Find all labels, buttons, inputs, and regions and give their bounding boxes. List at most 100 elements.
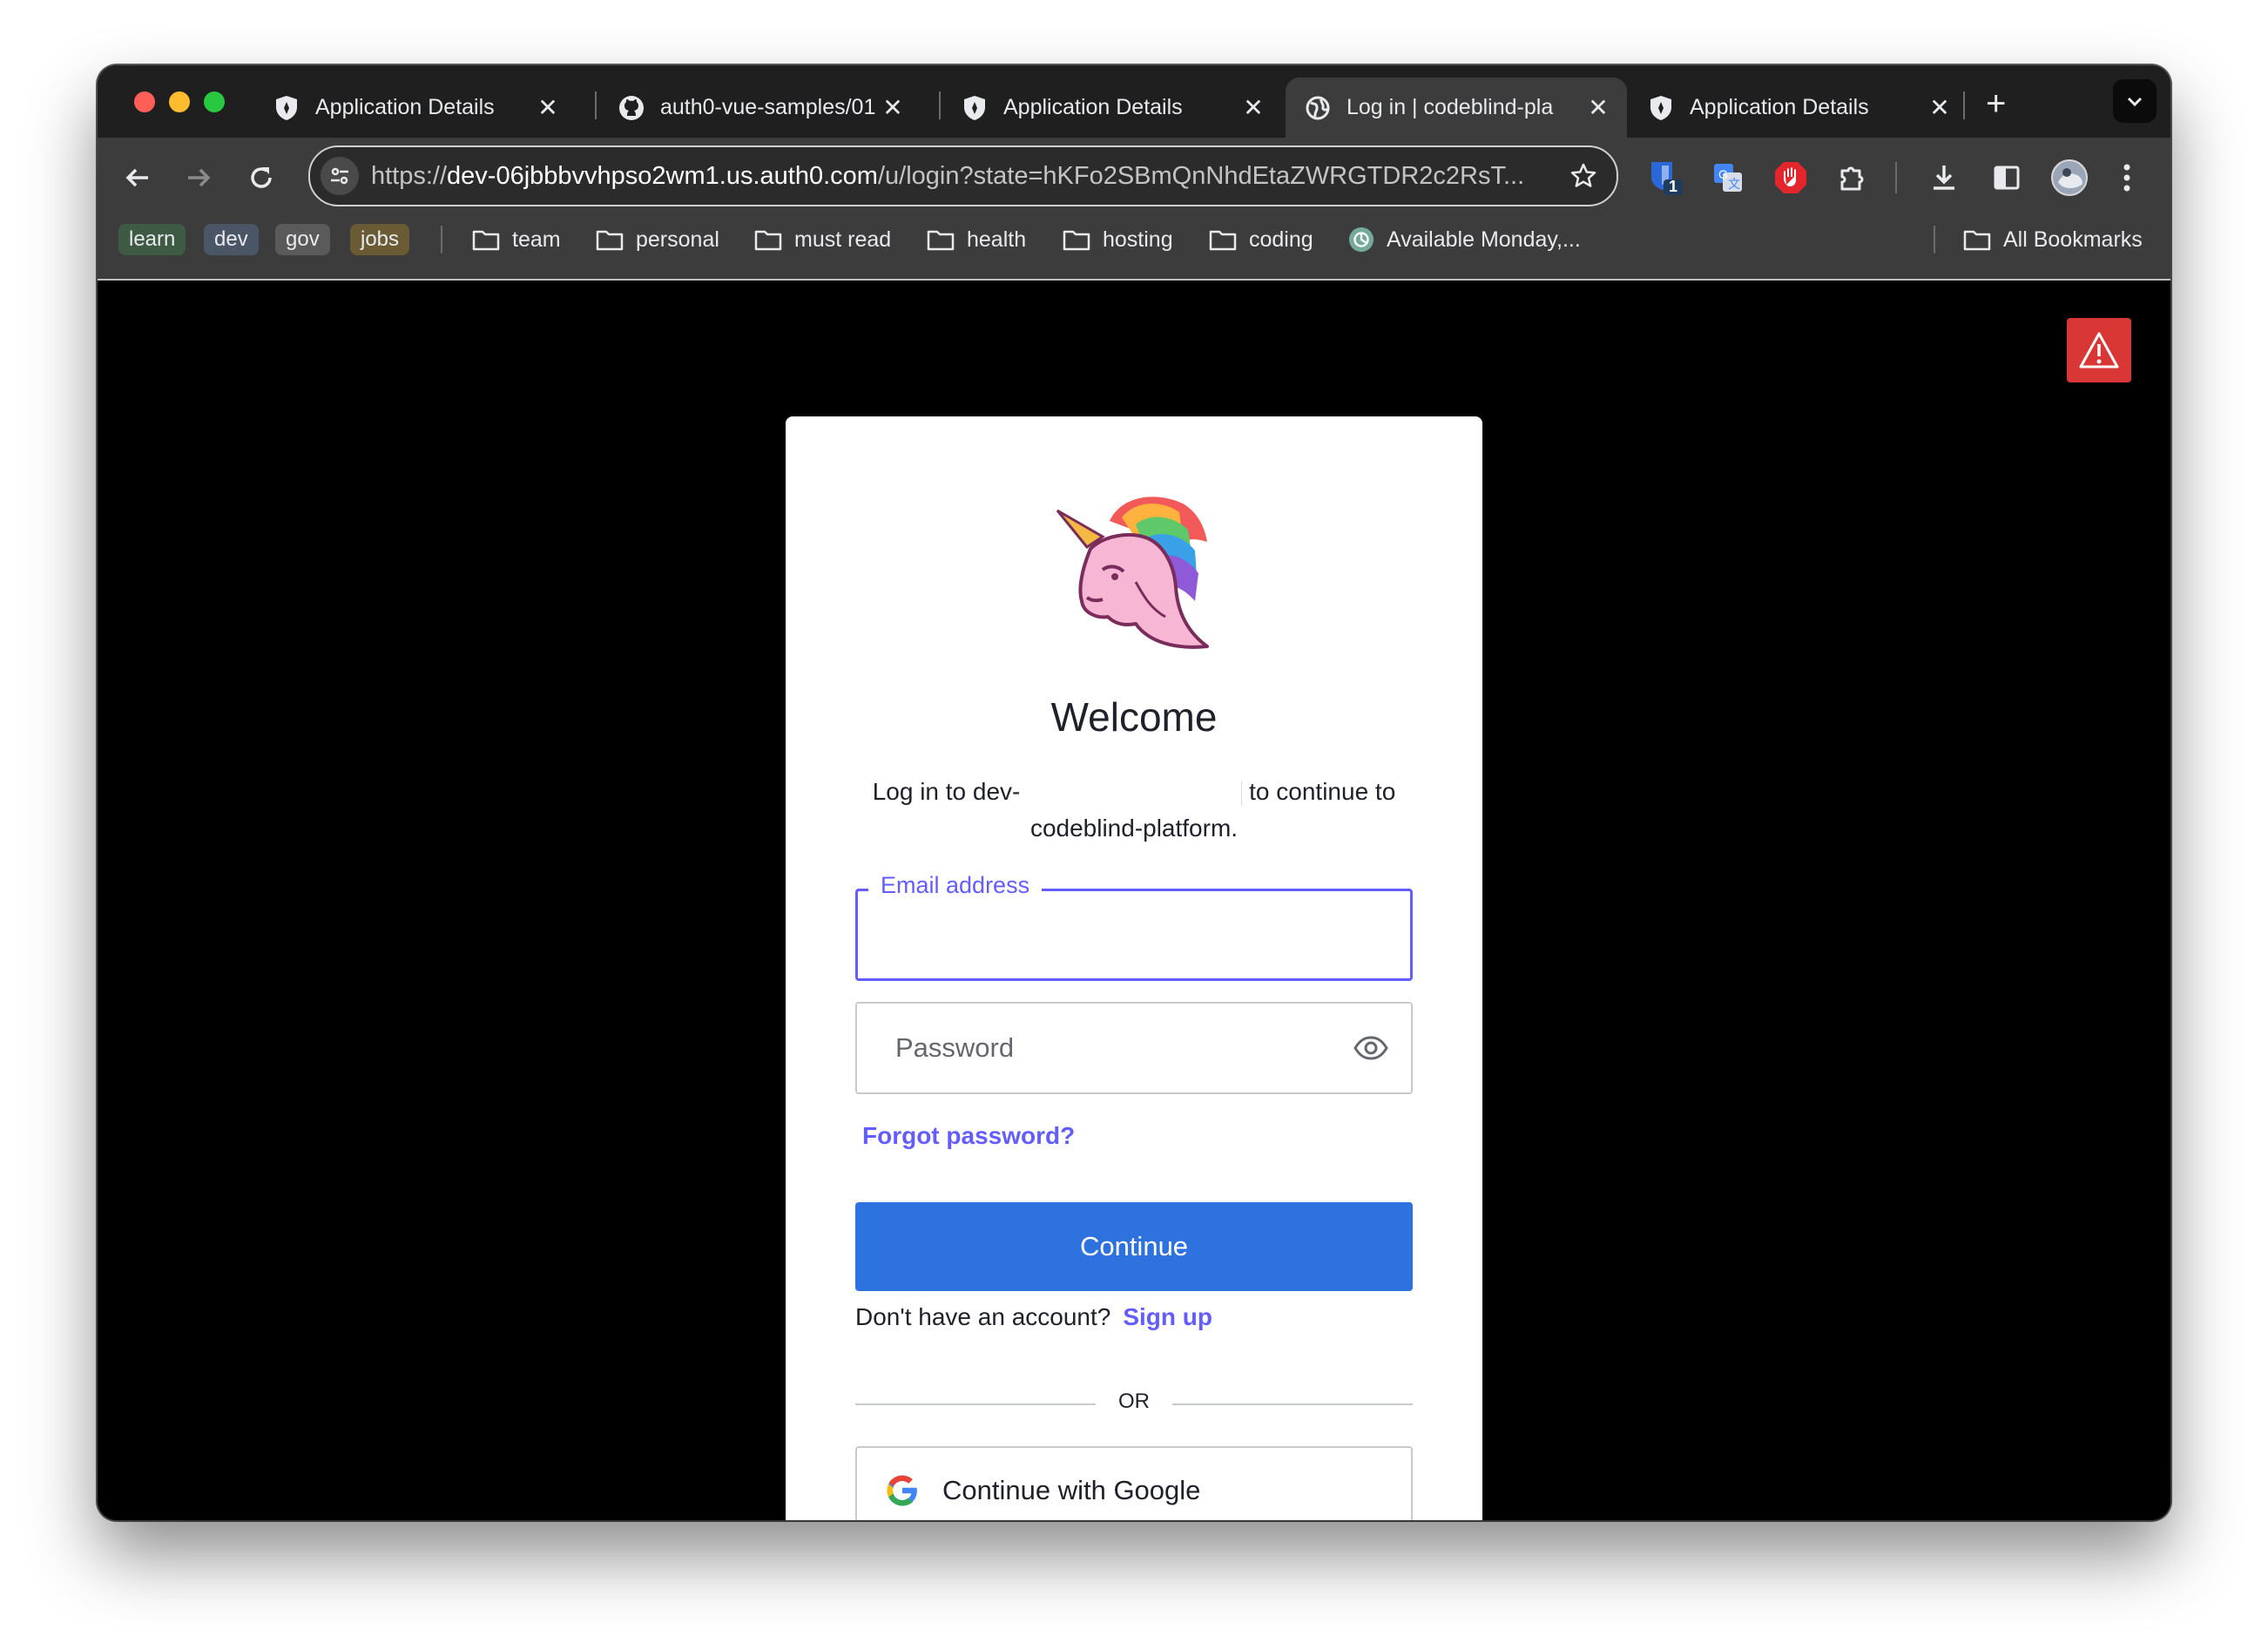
bookmark-folder-hosting[interactable]: hosting [1063,222,1173,257]
minimize-window-button[interactable] [169,91,190,112]
folder-icon [754,230,782,251]
tab-strip: Application Details ✕ auth0-vue-samples/… [98,65,2170,138]
folder-icon [927,230,955,251]
tab-title: Log in | codeblind-pla [1347,95,1554,119]
toolbar-divider [1895,162,1897,193]
forgot-password-link[interactable]: Forgot password? [862,1122,1075,1150]
bookmark-folder-health[interactable]: health [927,222,1026,257]
bookmark-chip-learn[interactable]: learn [118,224,186,255]
desc-suffix: to continue to [1249,778,1396,805]
side-panel-icon[interactable] [1986,157,2028,199]
bookmark-label: must read [794,227,892,252]
new-tab-button[interactable]: + [1986,85,2006,124]
bookmark-label: personal [636,227,719,252]
tab-title: auth0-vue-samples/01 [660,95,876,119]
warning-triangle-icon [2079,332,2119,369]
tab-close-icon[interactable]: ✕ [535,93,561,122]
folder-icon [596,230,624,251]
login-card: Welcome Log in to dev- to continue to co… [786,416,1482,1520]
bookmark-label: All Bookmarks [2003,227,2143,252]
tab-close-icon[interactable]: ✕ [1585,93,1611,122]
app-name: codeblind-platform. [1029,815,1239,842]
bookmark-folder-team[interactable]: team [472,222,561,257]
folder-icon [1209,230,1237,251]
back-button[interactable] [117,157,159,199]
bookmarks-divider [1934,226,1935,254]
tab-close-icon[interactable]: ✕ [1927,93,1953,122]
puzzle-extensions-icon[interactable] [1833,157,1874,199]
page-content: Welcome Log in to dev- to continue to co… [98,281,2170,1520]
bookmark-folder-coding[interactable]: coding [1209,222,1313,257]
reload-button[interactable] [240,157,282,199]
folder-icon [1963,230,1991,251]
tab-title: Application Details [1003,95,1183,119]
bookmark-chip-dev[interactable]: dev [204,224,259,255]
tab-search-button[interactable] [2113,79,2157,123]
tab-divider [1963,91,1965,119]
bookmark-chip-jobs[interactable]: jobs [350,224,410,255]
page-title: Welcome [1050,694,1218,740]
email-field[interactable]: Email address [855,872,1413,981]
globe-icon [1305,95,1331,121]
tab-close-icon[interactable]: ✕ [880,93,906,122]
tab-login-active[interactable]: Log in | codeblind-pla ✕ [1286,78,1627,138]
warning-button[interactable] [2067,318,2131,382]
bookmark-label: health [967,227,1027,252]
bookmark-star-icon[interactable] [1563,162,1604,190]
close-window-button[interactable] [134,91,155,112]
forward-button[interactable] [178,157,219,199]
tab-application-details-3[interactable]: Application Details ✕ [1629,78,1968,138]
tab-divider [595,91,597,119]
eye-icon[interactable] [1352,1029,1390,1067]
profile-avatar[interactable] [2049,157,2090,199]
email-label: Email address [868,872,1043,899]
tab-title: Application Details [315,95,495,119]
divider-line [1172,1403,1413,1405]
chatgpt-icon [1348,227,1374,253]
redacted-tenant [1020,781,1243,806]
maximize-window-button[interactable] [204,91,225,112]
sign-up-link[interactable]: Sign up [1123,1303,1212,1330]
all-bookmarks-button[interactable]: All Bookmarks [1963,222,2143,257]
password-field[interactable]: Password [855,1002,1413,1094]
tab-divider [939,91,941,119]
google-icon [887,1475,918,1506]
github-icon [618,95,645,121]
arrow-right-icon [188,168,211,187]
tab-application-details-2[interactable]: Application Details ✕ [942,78,1282,138]
site-settings-icon[interactable] [321,157,359,195]
tab-title: Application Details [1690,95,1869,119]
password-placeholder: Password [895,1032,1015,1063]
bookmark-label: hosting [1103,227,1173,252]
or-divider: OR [855,1386,1413,1421]
continue-button[interactable]: Continue [855,1202,1413,1291]
chevron-down-icon [2127,97,2143,107]
svg-text:文: 文 [1728,177,1740,191]
more-menu-icon[interactable] [2106,157,2148,199]
url-scheme: https:// [371,161,448,190]
browser-window: Application Details ✕ auth0-vue-samples/… [98,65,2170,1520]
bookmark-folder-personal[interactable]: personal [596,222,719,257]
signup-row: Don't have an account? Sign up [855,1303,1212,1331]
svg-text:G: G [1718,167,1728,181]
bookmark-link-available[interactable]: Available Monday,... [1348,222,1581,257]
no-account-text: Don't have an account? [855,1303,1111,1330]
arrow-left-icon [125,168,148,187]
google-translate-icon[interactable]: G文 [1707,157,1749,199]
adblock-hand-icon[interactable] [1770,157,1812,199]
toolbar: https://dev-06jbbbvvhpso2wm1.us.auth0.co… [98,138,2170,218]
bookmark-chip-gov[interactable]: gov [275,224,330,255]
url-text: https://dev-06jbbbvvhpso2wm1.us.auth0.co… [371,162,1563,191]
continue-with-google-button[interactable]: Continue with Google [855,1446,1413,1520]
tab-application-details-1[interactable]: Application Details ✕ [254,78,577,138]
address-bar[interactable]: https://dev-06jbbbvvhpso2wm1.us.auth0.co… [308,145,1618,206]
tab-close-icon[interactable]: ✕ [1240,93,1266,122]
folder-icon [1063,230,1090,251]
bookmark-folder-must-read[interactable]: must read [754,222,891,257]
login-description: Log in to dev- to continue to codeblind-… [855,774,1413,847]
bitwarden-extension-icon[interactable]: 1 [1644,157,1686,199]
desc-prefix: Log in to dev- [872,778,1021,805]
download-icon[interactable] [1923,157,1965,199]
bookmark-label: coding [1249,227,1313,252]
tab-github[interactable]: auth0-vue-samples/01 ✕ [599,78,921,138]
